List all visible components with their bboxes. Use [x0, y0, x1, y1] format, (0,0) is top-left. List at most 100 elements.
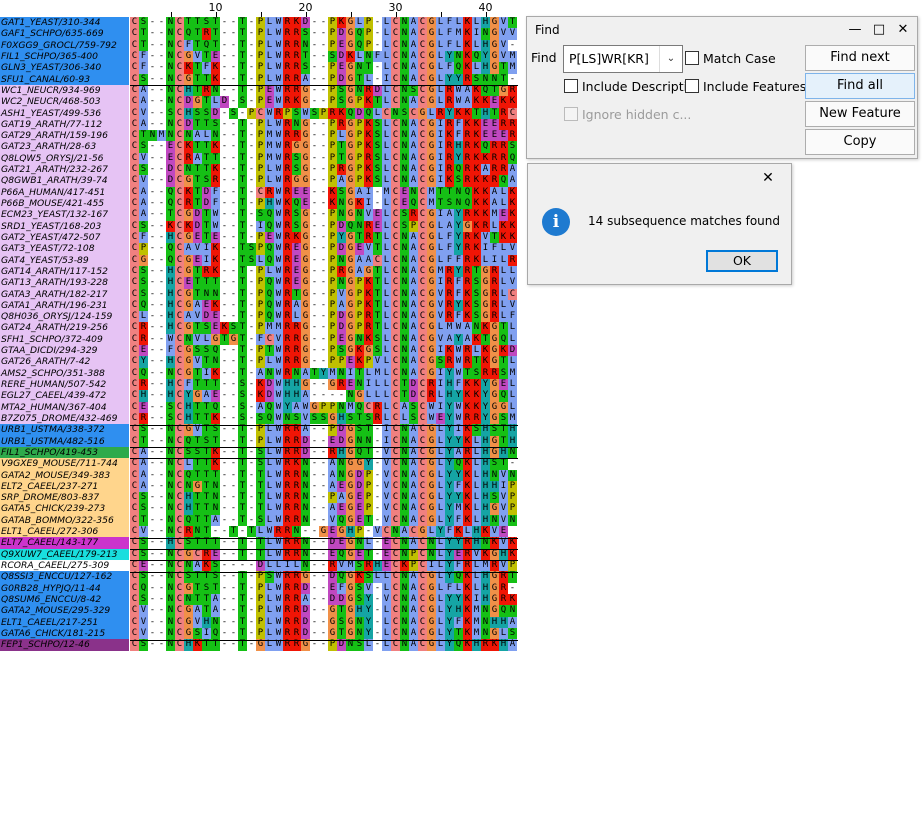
sequence-row[interactable]: CA--NCDTTS--T-PLWRNG--PRGPKSLCNACGIRFKKE…: [130, 118, 517, 131]
sequence-row[interactable]: CS--NCHTTN--T-TLWRRN--AEGEP-VCNACGLYMKLH…: [130, 503, 517, 515]
sequence-name[interactable]: GATA1_ARATH/196-231: [0, 299, 129, 312]
sequence-name[interactable]: GAT26_ARATH/7-42: [0, 356, 129, 368]
sequence-row[interactable]: CA--NCQTTT--T-TLWRRN--ANGDP-VCNACGLYYKLH…: [130, 469, 517, 481]
sequence-name[interactable]: F0XGG9_GROCL/759-792: [0, 39, 129, 51]
sequence-row[interactable]: CV--NCGSIQ--T-PLWRRD--GTGNY-LCNACGLYTKMN…: [130, 627, 517, 640]
sequence-row[interactable]: CE--SCHTTQ--S-AQWYAWGPPNMQCRLCASCWIYWKKY…: [130, 401, 517, 413]
sequence-name[interactable]: GATA5_CHICK/239-273: [0, 503, 129, 515]
new-feature-button[interactable]: New Feature: [805, 101, 915, 127]
sequence-row[interactable]: CV--SCHSSD-S-PCWRPSWSPRKQDQLCNSCGLRYKKTH…: [130, 107, 517, 119]
sequence-name[interactable]: P66A_HUMAN/417-451: [0, 186, 129, 198]
sequence-row[interactable]: CV--NCRNT--T-TLWRRN--GEGHP-VCNACGLYFKLHK…: [130, 526, 517, 538]
sequence-row[interactable]: CA--NCHTRN--T-PEWRRG--PSGNRDLCNSCGLRWAKQ…: [130, 84, 517, 97]
sequence-row[interactable]: CS--NCTTST--T-PLWRKD--PKGLP-LCNACGLFLKLH…: [130, 17, 517, 29]
sequence-name[interactable]: GAT4_YEAST/53-89: [0, 254, 129, 266]
sequence-name[interactable]: GAT2_YEAST/472-507: [0, 231, 129, 244]
sequence-row[interactable]: CS--NCHKTT--T-GLWRRG--PDNSL-LCNACGLYQKHR…: [130, 639, 517, 651]
ignore-hidden-checkbox[interactable]: [564, 107, 578, 121]
sequence-row[interactable]: CS--NCGCRE--T-TLWRRN--EQGET-ECNPCNLYERVK…: [130, 548, 517, 560]
sequence-row[interactable]: CA--QCRTDF--T-PHWKQE--KNGKI-LCEQCMTSNQKK…: [130, 198, 517, 210]
close-icon[interactable]: ✕: [758, 168, 778, 188]
sequence-row[interactable]: CS--HCETTT--T-PQWREG--PNGPKTLCNACGIRFRSG…: [130, 277, 517, 289]
sequence-name[interactable]: P66B_MOUSE/421-455: [0, 198, 129, 210]
sequence-row[interactable]: CV--NCGVHN--T-PLWRRD--GSGNY-LCNACGLYFKMN…: [130, 616, 517, 628]
sequence-row[interactable]: CL--HCAVDE--T-PQWRLG--PDGPRTLCNACGVRFKSG…: [130, 311, 517, 323]
sequence-name[interactable]: ELT7_CAEEL/143-177: [0, 537, 129, 549]
sequence-row[interactable]: CS--NCGTTK--T-PLWRRA--PDGTL-ICNACGLYYRSN…: [130, 73, 517, 85]
sequence-name[interactable]: GAT13_ARATH/193-228: [0, 277, 129, 289]
sequence-name[interactable]: MTA2_HUMAN/367-404: [0, 401, 129, 413]
sequence-name[interactable]: RCORA_CAEEL/275-309: [0, 560, 129, 572]
match-case-checkbox[interactable]: [685, 51, 699, 65]
find-next-button[interactable]: Find next: [805, 45, 915, 71]
sequence-row[interactable]: CF--NCKTFK--T-PLWRRS--PEGNT-LCNACGLFQKLH…: [130, 62, 517, 74]
sequence-name[interactable]: GLN3_YEAST/306-340: [0, 62, 129, 74]
sequence-row[interactable]: CS--NCGVTS--T-PLWRRA--PDGST-ICNACGLYIKSH…: [130, 424, 517, 436]
sequence-name[interactable]: GTAA_DICDI/294-329: [0, 345, 129, 357]
sequence-row[interactable]: CR--HCGTSEKST-PMMRRG--PDGPRTLCNACGLMWANK…: [130, 322, 517, 334]
sequence-name[interactable]: FIL1_SCHPO/419-453: [0, 446, 129, 459]
sequence-row[interactable]: CH--HCYGAE--S-KDWHHA----NGLLLCTDCRLHYKKY…: [130, 390, 517, 402]
sequence-name[interactable]: Q8GWB1_ARATH/39-74: [0, 175, 129, 187]
sequence-name[interactable]: SFH1_SCHPO/372-409: [0, 333, 129, 346]
sequence-name[interactable]: GAT21_ARATH/232-267: [0, 164, 129, 176]
sequence-row[interactable]: CR--SCHTTK--S-SQWNSVSSGHSTSRLCLSCWEYWRRY…: [130, 412, 517, 425]
sequence-name[interactable]: GAT3_YEAST/72-108: [0, 243, 129, 255]
sequence-name[interactable]: B7Z075_DROME/432-469: [0, 412, 129, 425]
sequence-row[interactable]: CS--NCSTTS--T-PSWRRG--DQGKSLLCNACGLYQKLH…: [130, 571, 517, 583]
sequence-name[interactable]: Q8LQW5_ORYSJ/21-56: [0, 152, 129, 165]
sequence-name[interactable]: URB1_USTMA/338-372: [0, 424, 129, 436]
maximize-icon[interactable]: □: [869, 20, 889, 40]
include-descriptions-checkbox[interactable]: [564, 79, 578, 93]
sequence-row[interactable]: CQ--HCGAEK--T-PQWRAG--PAGPKTLCNACGVRYKSG…: [130, 299, 517, 312]
sequence-row[interactable]: CT--NCFTQT--T-PLWRRN--PEGQP-LCNACGLFLKLH…: [130, 39, 517, 51]
sequence-row[interactable]: CV--ECRATT--T-PMWRSG--PTGPRSLCNACGIRYRKK…: [130, 152, 517, 165]
find-combobox[interactable]: P[LS]WR[KR] ⌄: [563, 45, 683, 73]
sequence-name[interactable]: WC2_NEUCR/468-503: [0, 96, 129, 108]
sequence-name[interactable]: AMS2_SCHPO/351-388: [0, 367, 129, 379]
sequence-name[interactable]: GATA2_MOUSE/295-329: [0, 605, 129, 617]
sequence-name[interactable]: GAT14_ARATH/117-152: [0, 265, 129, 278]
sequence-name[interactable]: GAF1_SCHPO/635-669: [0, 28, 129, 40]
sequence-name[interactable]: ELT1_CAEEL/217-251: [0, 616, 129, 628]
sequence-row[interactable]: CS--DCNTTK--T-PLWRSG--PRGPKSLCNACGIRQRKA…: [130, 164, 517, 176]
sequence-row[interactable]: CR--HCFTTT--S-KDWHHG--GRENILLCTDCRIHFKKY…: [130, 379, 517, 391]
sequence-name[interactable]: URB1_USTMA/482-516: [0, 435, 129, 447]
sequence-name[interactable]: ELT2_CAEEL/237-271: [0, 480, 129, 493]
sequence-name[interactable]: Q8H036_ORYSJ/124-159: [0, 311, 129, 323]
sequence-name[interactable]: SRD1_YEAST/168-203: [0, 220, 129, 232]
sequence-row[interactable]: CG--QCGEIK--TSLQWREG--PNGAACLCNACGLFFRKL…: [130, 254, 517, 266]
close-icon[interactable]: ✕: [893, 20, 913, 40]
alignment-panel[interactable]: CS--NCTTST--T-PLWRKD--PKGLP-LCNACGLFLKLH…: [130, 17, 517, 651]
sequence-name[interactable]: FIL1_SCHPO/365-400: [0, 50, 129, 63]
include-features-checkbox[interactable]: [685, 79, 699, 93]
sequence-row[interactable]: CY--HCGVTN--T-PLWRRG--PPEKPVLCNACGSRWRTK…: [130, 356, 517, 368]
sequence-row[interactable]: CS--NCHTTN--T-TLWRRN--PAGEP-VCNACGLYYKLH…: [130, 492, 517, 504]
sequence-row[interactable]: CV--NCGATA--T-PLWRRD--GTGHY-LCNACGLYHKMN…: [130, 605, 517, 617]
sequence-row[interactable]: CTNMNCNALN--T-PMWRRG--PLGPKSLCNACGIKFRKE…: [130, 130, 517, 142]
sequence-row[interactable]: CA--QCKTDF--T-CRWREE--KSGAI-MCENCMTTNQKK…: [130, 186, 517, 198]
sequence-row[interactable]: CA--NCLTTK--T-SLWRKN--ANGGY-VCNACGLYQKLH…: [130, 458, 517, 470]
sequence-name[interactable]: Q8SSI3_ENCCU/127-162: [0, 571, 129, 583]
sequence-row[interactable]: CE--NCNAKS----DLLILN--RVMSRHECKPCILYFRLM…: [130, 560, 517, 572]
sequence-name[interactable]: EGL27_CAEEL/439-472: [0, 390, 129, 402]
sequence-name[interactable]: GAT24_ARATH/219-256: [0, 322, 129, 334]
sequence-row[interactable]: CQ--NCGTST--T-PLWRRD--EFGSV-LCNACGLFLKLH…: [130, 582, 517, 594]
sequence-name[interactable]: WC1_NEUCR/934-969: [0, 84, 129, 97]
sequence-name[interactable]: V9GXE9_MOUSE/711-744: [0, 458, 129, 470]
find-input[interactable]: P[LS]WR[KR]: [569, 51, 649, 66]
sequence-row[interactable]: CS--HCGTRK--T-PLWREG--PRGAGTLCNACGMRYRTG…: [130, 265, 517, 278]
sequence-row[interactable]: CR--WCNVLGTGT-FCVRRG--PEGNKSLCNACGVAYAKT…: [130, 333, 517, 346]
sequence-row[interactable]: CV--DCGTSR--T-PLWRGG--PAGPKSLCNACGIKSRKK…: [130, 175, 517, 187]
sequence-row[interactable]: CT--NCQTTA--T-SLWRRN--VQGET-VCNACGLYFKLH…: [130, 514, 517, 527]
sequence-row[interactable]: CP--QCAVIK--TSPQWREG--PDGEVTLCNACGLFYRKI…: [130, 243, 517, 255]
sequence-name[interactable]: GATA2_MOUSE/349-383: [0, 469, 129, 481]
sequence-row[interactable]: CF--NCGVTE--T-PLWRRT--SDKLNFLCNACGLYNKQY…: [130, 50, 517, 63]
sequence-name[interactable]: RERE_HUMAN/507-542: [0, 379, 129, 391]
sequence-name[interactable]: Q9XUW7_CAEEL/179-213: [0, 548, 129, 560]
sequence-name[interactable]: GATA6_CHICK/181-215: [0, 627, 129, 640]
copy-button[interactable]: Copy: [805, 129, 915, 155]
sequence-name[interactable]: GAT19_ARATH/77-112: [0, 118, 129, 131]
sequence-name[interactable]: GAT1_YEAST/310-344: [0, 17, 129, 29]
sequence-row[interactable]: CS--HCSTTT--T-TLWRRN--DEGNL-ECNACNLYYRHN…: [130, 537, 517, 549]
